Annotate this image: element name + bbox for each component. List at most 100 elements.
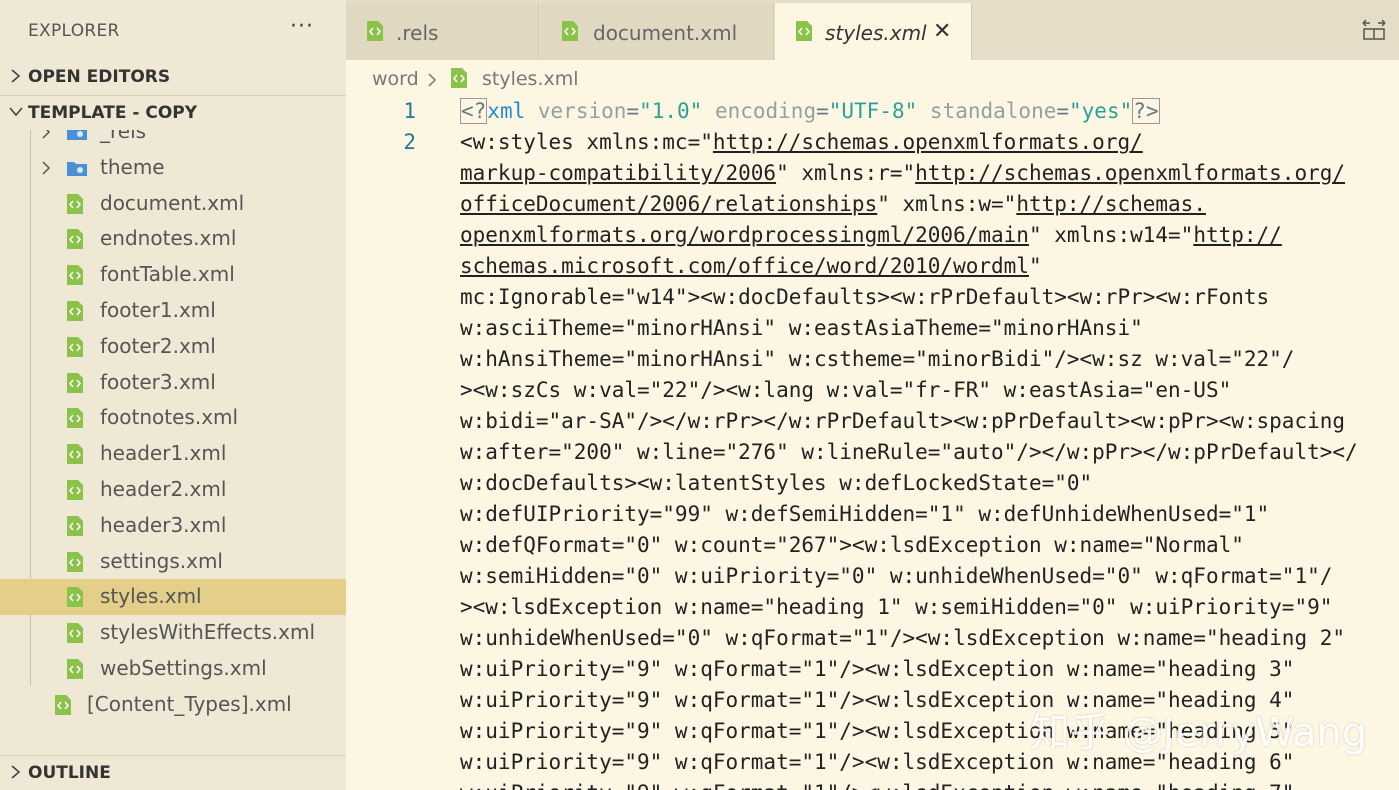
more-actions-icon[interactable]: ··· <box>290 14 314 39</box>
section-outline[interactable]: OUTLINE <box>0 756 346 790</box>
explorer-header: EXPLORER ··· <box>0 0 346 60</box>
token: version <box>538 99 627 123</box>
xml-file-icon <box>66 407 84 429</box>
code-wrapped-segment: w:semiHidden="0" w:uiPriority="0" w:unhi… <box>460 564 1332 588</box>
code-wrapped-segment: w:defUIPriority="99" w:defSemiHidden="1"… <box>460 502 1269 526</box>
code-wrapped-segment: markup-compatibility/2006" xmlns:r="http… <box>460 161 1345 185</box>
tab-rels[interactable]: .rels <box>346 3 539 60</box>
chevron-right-icon <box>6 761 26 783</box>
code-wrapped-segment: ><w:lsdException w:name="heading 1" w:se… <box>460 595 1332 619</box>
xml-file-icon <box>66 658 84 680</box>
xml-file-icon <box>561 20 579 42</box>
code-wrapped-segment: ><w:szCs w:val="22"/><w:lang w:val="fr-F… <box>460 378 1231 402</box>
section-label: TEMPLATE - COPY <box>28 103 197 123</box>
token: encoding <box>715 99 816 123</box>
file-label: _rels <box>100 130 146 143</box>
xml-file-icon <box>795 20 813 42</box>
code-wrapped-segment: officeDocument/2006/relationships" xmlns… <box>460 192 1206 216</box>
folder-icon <box>66 130 88 143</box>
code-wrapped-segment: w:after="200" w:line="276" w:lineRule="a… <box>460 440 1358 464</box>
tab-document-xml[interactable]: document.xml <box>541 3 774 60</box>
xml-file-icon <box>450 67 468 89</box>
chevron-down-icon <box>6 101 26 123</box>
file-document-xml[interactable]: document.xml <box>0 186 346 222</box>
file-label: webSettings.xml <box>100 656 267 680</box>
folder-theme[interactable]: theme <box>0 150 346 186</box>
token: ?> <box>1132 98 1159 124</box>
file-label: endnotes.xml <box>100 226 236 250</box>
code-wrapped-segment: w:defQFormat="0" w:count="267"><w:lsdExc… <box>460 533 1244 557</box>
split-editor-icon[interactable] <box>1361 19 1387 41</box>
file-footnotes-xml[interactable]: footnotes.xml <box>0 400 346 436</box>
chevron-right-icon <box>38 158 54 178</box>
code-wrapped-segment: w:docDefaults><w:latentStyles w:defLocke… <box>460 471 1092 495</box>
code-wrapped-segment: w:hAnsiTheme="minorHAnsi" w:cstheme="min… <box>460 347 1294 371</box>
file-footer1-xml[interactable]: footer1.xml <box>0 293 346 329</box>
file-header2-xml[interactable]: header2.xml <box>0 472 346 508</box>
file-label: header3.xml <box>100 513 226 537</box>
file-content-types-xml[interactable]: [Content_Types].xml <box>0 687 346 723</box>
code-wrapped-segment: mc:Ignorable="w14"><w:docDefaults><w:rPr… <box>460 285 1269 309</box>
xml-file-icon <box>66 551 84 573</box>
code-wrapped-segment: openxmlformats.org/wordprocessingml/2006… <box>460 223 1282 247</box>
file-styles-xml[interactable]: styles.xml <box>0 579 346 615</box>
xml-file-icon <box>66 443 84 465</box>
file-footer2-xml[interactable]: footer2.xml <box>0 329 346 365</box>
section-label: OPEN EDITORS <box>28 67 170 87</box>
tab-styles-xml[interactable]: styles.xml ✕ <box>775 3 972 60</box>
line-number: 1 <box>346 99 416 123</box>
folder-rels[interactable]: _rels <box>0 130 346 150</box>
xml-file-icon <box>66 228 84 250</box>
token: "UTF-8" <box>829 99 918 123</box>
chevron-right-icon <box>426 71 438 89</box>
file-label: header1.xml <box>100 441 226 465</box>
file-label: stylesWithEffects.xml <box>100 620 315 644</box>
file-styleswitheffects-xml[interactable]: stylesWithEffects.xml <box>0 615 346 651</box>
breadcrumb-file[interactable]: styles.xml <box>482 68 579 90</box>
file-fonttable-xml[interactable]: fontTable.xml <box>0 257 346 293</box>
file-endnotes-xml[interactable]: endnotes.xml <box>0 221 346 257</box>
file-label: footer1.xml <box>100 298 216 322</box>
file-label: settings.xml <box>100 549 223 573</box>
token: xml <box>487 99 525 123</box>
file-footer3-xml[interactable]: footer3.xml <box>0 365 346 401</box>
code-wrapped-segment: w:asciiTheme="minorHAnsi" w:eastAsiaThem… <box>460 316 1143 340</box>
tab-label: document.xml <box>593 21 737 45</box>
chevron-right-icon <box>6 65 26 87</box>
file-websettings-xml[interactable]: webSettings.xml <box>0 651 346 687</box>
file-header3-xml[interactable]: header3.xml <box>0 508 346 544</box>
xml-file-icon <box>66 264 84 286</box>
code-editor[interactable]: 1 2 <?xml version="1.0" encoding="UTF-8"… <box>346 96 1399 790</box>
xml-file-icon <box>66 193 84 215</box>
breadcrumb-folder[interactable]: word <box>372 68 419 90</box>
section-label: OUTLINE <box>28 763 111 783</box>
section-template[interactable]: TEMPLATE - COPY <box>0 96 346 130</box>
watermark: 知乎 @JerryWang <box>1030 700 1367 758</box>
file-label: footnotes.xml <box>100 405 238 429</box>
token: "1.0" <box>639 99 702 123</box>
tab-label: styles.xml <box>825 21 927 45</box>
code-wrapped-segment: w:uiPriority="9" w:qFormat="1"/><w:lsdEx… <box>460 657 1294 681</box>
xml-file-icon <box>66 586 84 608</box>
file-header1-xml[interactable]: header1.xml <box>0 436 346 472</box>
token: <? <box>460 98 487 124</box>
tab-label: .rels <box>396 21 438 45</box>
xml-file-icon <box>66 336 84 358</box>
file-label: styles.xml <box>100 584 202 608</box>
token: standalone <box>930 99 1056 123</box>
xml-file-icon <box>66 515 84 537</box>
explorer-title: EXPLORER <box>28 21 120 41</box>
xml-file-icon <box>66 622 84 644</box>
code-line-1: <?xml version="1.0" encoding="UTF-8" sta… <box>460 99 1160 123</box>
line-number: 2 <box>346 130 416 154</box>
file-tree: _relstheme document.xml endnotes.xml fontTa… <box>0 130 346 730</box>
code-wrapped-segment: <w:styles xmlns:mc="http://schemas.openx… <box>460 130 1143 154</box>
section-open-editors[interactable]: OPEN EDITORS <box>0 60 346 94</box>
close-icon[interactable]: ✕ <box>933 19 951 44</box>
file-label: header2.xml <box>100 477 226 501</box>
file-settings-xml[interactable]: settings.xml <box>0 544 346 580</box>
file-label: fontTable.xml <box>100 262 235 286</box>
file-label: document.xml <box>100 191 244 215</box>
xml-file-icon <box>66 372 84 394</box>
file-label: footer3.xml <box>100 370 216 394</box>
